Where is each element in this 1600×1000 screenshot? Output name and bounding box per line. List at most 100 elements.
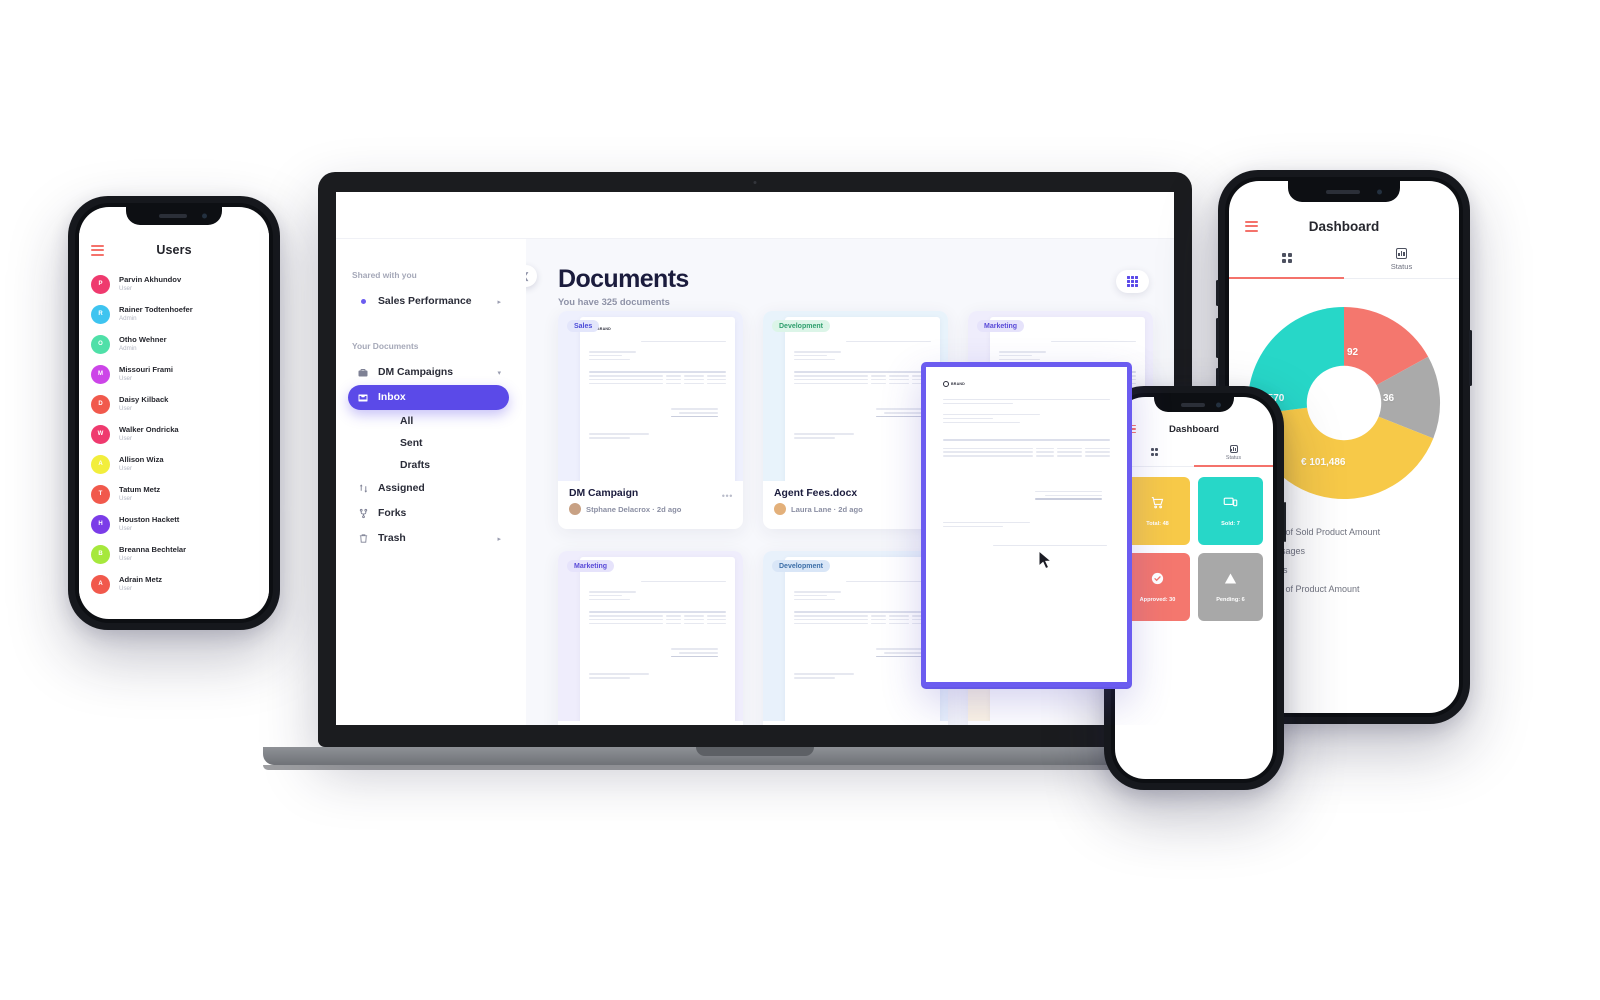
slice-label-users: € 101,486 [1301, 457, 1346, 468]
documents-content: ❮ Documents You have 325 documents Sales… [526, 239, 1174, 725]
sidebar-item-dm-campaigns[interactable]: DM Campaigns ▾ [348, 360, 509, 385]
user-role: User [119, 434, 133, 442]
phone-users-device: Users P Parvin Akhundov User R Rainer Todten… [68, 196, 280, 630]
avatar: A [91, 454, 110, 474]
sidebar-item-assigned[interactable]: Assigned [348, 476, 509, 501]
category-tag: Development [772, 320, 830, 332]
monitor-icon [1223, 495, 1238, 512]
selected-document-card[interactable]: BRAND [921, 362, 1132, 687]
chevron-down-icon[interactable]: ▾ [497, 369, 501, 377]
brand-logo: BRAND [943, 381, 1110, 387]
document-title: Agent Fees.docx [774, 488, 858, 499]
phone-notch [126, 207, 222, 225]
sidebar-item-sales-performance[interactable]: Sales Performance ▸ [348, 289, 509, 314]
trash-icon [356, 533, 370, 544]
user-name: Tatum Metz [119, 484, 161, 494]
page-title: Users [156, 243, 192, 257]
status-tiles: Total: 48 Sold: 7 Approved: 30 Pending: 6 [1115, 467, 1273, 631]
user-role: User [119, 404, 133, 412]
list-item[interactable]: M Missouri Frami User [79, 359, 269, 389]
mouse-pointer-icon [1038, 549, 1053, 575]
speaker-grill [158, 214, 188, 218]
phone-dashboard-tiles-screen: Dashboard Status Total: 48 Sold: 7 Appro… [1115, 397, 1273, 779]
tab-status[interactable]: Status [1194, 440, 1273, 467]
chevron-right-icon[interactable]: ▸ [497, 298, 501, 306]
user-role: User [119, 494, 133, 502]
list-item[interactable]: A Adrain Metz User [79, 569, 269, 599]
laptop-base [263, 747, 1247, 765]
chevron-left-icon[interactable]: ❮ [526, 265, 537, 287]
slice-label-messages: 36 [1383, 393, 1395, 404]
document-card[interactable]: MarketingBRAND [558, 551, 743, 725]
document-author-time: Stphane Delacrox · 2d ago [586, 504, 682, 514]
user-name: Rainer Todtenhoefer [119, 304, 193, 314]
status-tile[interactable]: Approved: 30 [1125, 553, 1190, 621]
tab-overview[interactable] [1229, 241, 1344, 279]
device-mockup-stage: Users P Parvin Akhundov User R Rainer Todten… [0, 0, 1600, 1000]
grid-icon [1150, 448, 1159, 456]
speaker-grill [1326, 189, 1360, 194]
list-item[interactable]: P Parvin Akhundov User [79, 269, 269, 299]
laptop-device: Shared with you Sales Performance ▸ Your… [263, 172, 1247, 770]
grid-icon [1281, 253, 1292, 263]
app-body: Shared with you Sales Performance ▸ Your… [336, 239, 1174, 725]
status-tile[interactable]: Pending: 6 [1198, 553, 1263, 621]
category-tag: Sales [567, 320, 600, 332]
chevron-right-icon[interactable]: ▸ [497, 535, 501, 543]
dashboard-header: Dashboard [1229, 211, 1459, 241]
avatar: H [91, 514, 110, 534]
sidebar-item-inbox[interactable]: Inbox [348, 385, 509, 410]
browser-topbar [336, 192, 1174, 239]
grid-view-icon[interactable] [1116, 270, 1149, 293]
user-role: User [119, 464, 133, 472]
avatar: O [91, 334, 110, 354]
list-item[interactable]: W Walker Ondricka User [79, 419, 269, 449]
cart-icon [1150, 495, 1165, 512]
avatar: M [91, 364, 110, 384]
status-tile[interactable]: Sold: 7 [1198, 477, 1263, 545]
page-title: Dashboard [1308, 218, 1380, 234]
user-role: Admin [119, 344, 137, 352]
brand-logo: BRAND [589, 326, 726, 332]
sidebar-item-label: DM Campaigns [378, 367, 454, 378]
user-name: Breanna Bechtelar [119, 544, 187, 554]
list-item[interactable]: T Tatum Metz User [79, 479, 269, 509]
bar-chart-icon [1229, 445, 1238, 453]
invoice-preview: BRAND [926, 367, 1127, 682]
list-item[interactable]: O Otho Wehner Admin [79, 329, 269, 359]
list-item[interactable]: R Rainer Todtenhoefer Admin [79, 299, 269, 329]
sidebar-item-label: Inbox [378, 392, 406, 403]
invoice-sheet: BRAND [785, 317, 940, 481]
speaker-grill [1181, 402, 1206, 407]
bullet-icon [361, 299, 366, 304]
avatar: R [91, 304, 110, 324]
sidebar-item-trash[interactable]: Trash ▸ [348, 526, 509, 551]
avatar: D [91, 394, 110, 414]
sidebar-subitem-all[interactable]: All [348, 410, 509, 432]
laptop-lid: Shared with you Sales Performance ▸ Your… [318, 172, 1192, 747]
document-card[interactable]: Sales BRAND DM Campaign Stphane Delacrox · … [558, 311, 743, 529]
sidebar-subitem-drafts[interactable]: Drafts [348, 454, 509, 476]
invoice-sheet: BRAND [580, 557, 735, 721]
user-name: Allison Wiza [119, 454, 164, 464]
documents-sidebar: Shared with you Sales Performance ▸ Your… [336, 239, 526, 725]
user-name: Adrain Metz [119, 574, 163, 584]
more-icon[interactable]: ••• [722, 491, 733, 501]
front-camera [1377, 189, 1383, 194]
sidebar-subitem-sent[interactable]: Sent [348, 432, 509, 454]
list-item[interactable]: B Breanna Bechtelar User [79, 539, 269, 569]
list-item[interactable]: A Allison Wiza User [79, 449, 269, 479]
check-icon [1150, 571, 1165, 588]
category-tag: Marketing [977, 320, 1025, 332]
sidebar-caption-your-documents: Your Documents [352, 341, 419, 351]
slice-label-messages-sold: 92 [1347, 347, 1359, 358]
sort-arrows-icon [356, 483, 370, 494]
category-tag: Marketing [567, 560, 615, 572]
sidebar-item-forks[interactable]: Forks [348, 501, 509, 526]
list-item[interactable]: D Daisy Kilback User [79, 389, 269, 419]
list-item[interactable]: H Houston Hackett User [79, 509, 269, 539]
invoice-sheet: BRAND [785, 557, 940, 721]
status-tile[interactable]: Total: 48 [1125, 477, 1190, 545]
tab-status[interactable]: Status [1344, 241, 1459, 278]
laptop-camera [753, 181, 757, 184]
